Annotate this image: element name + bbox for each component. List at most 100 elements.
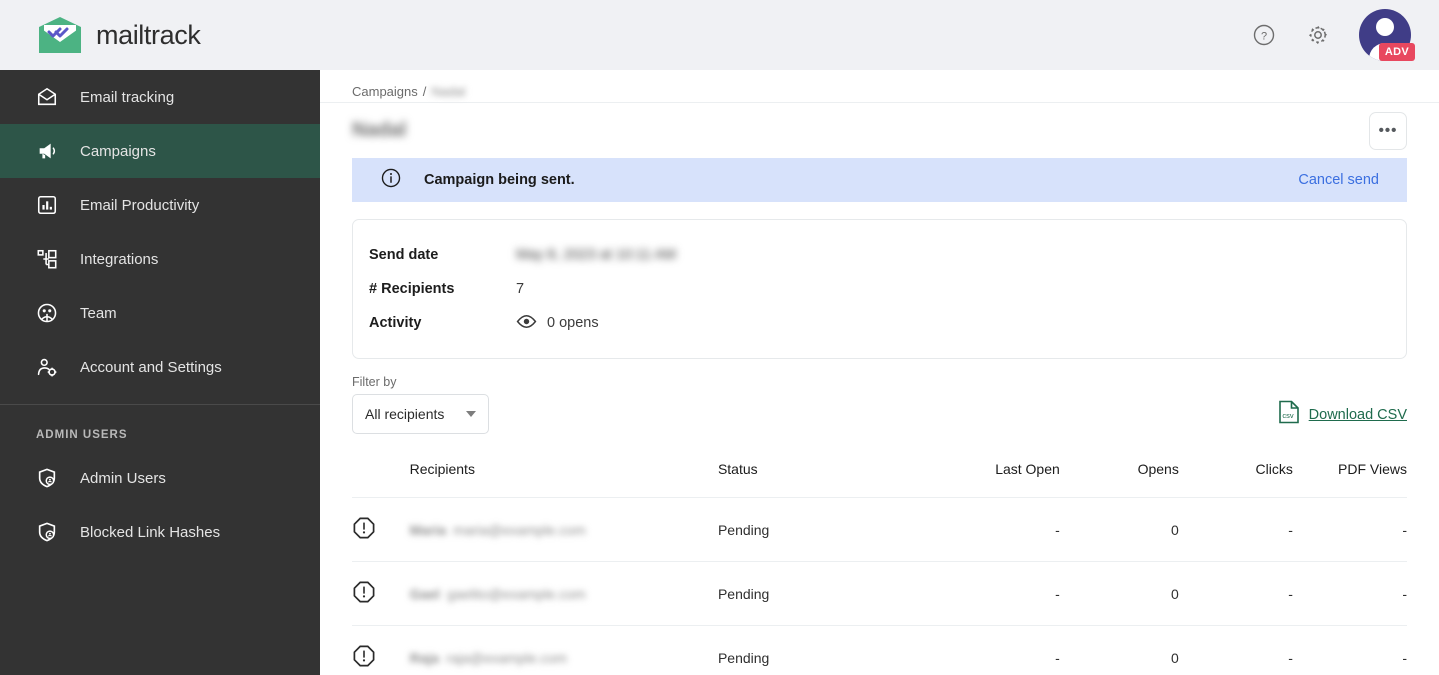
row-clicks-cell: -	[1178, 625, 1293, 675]
campaign-status-banner: Campaign being sent. Cancel send	[352, 158, 1407, 202]
column-header-last-open: Last Open	[995, 461, 1060, 477]
recipient-identity: Gael gaelito@example.com	[410, 586, 718, 602]
header-actions: ? ADV	[1251, 9, 1439, 61]
info-value-activity-wrap: 0 opens	[516, 311, 599, 336]
page-title: Nadal	[352, 119, 407, 141]
row-flag-cell	[352, 625, 410, 675]
sidebar-item-email-productivity[interactable]: Email Productivity	[0, 178, 320, 232]
shield-user-icon	[36, 521, 58, 543]
info-row-send-date: Send date May 8, 2023 at 10:11 AM	[353, 238, 1406, 272]
row-pdf-views-cell: -	[1292, 561, 1407, 626]
table-header-row: Recipients Status Last Open Opens Clicks…	[352, 461, 1407, 498]
brand-logo-area[interactable]: mailtrack	[0, 15, 201, 55]
sidebar-item-blocked-link-hashes[interactable]: Blocked Link Hashes	[0, 505, 320, 559]
shield-user-icon	[36, 467, 58, 489]
row-clicks-cell: -	[1178, 561, 1293, 626]
sidebar-item-label: Blocked Link Hashes	[80, 523, 221, 541]
column-header-status: Status	[717, 461, 758, 477]
breadcrumb-campaigns-link[interactable]: Campaigns	[352, 84, 418, 99]
recipient-email: gaelito@example.com	[446, 585, 586, 602]
brand-name: mailtrack	[96, 19, 201, 50]
banner-message: Campaign being sent.	[380, 167, 575, 194]
sitemap-icon	[36, 248, 58, 270]
eye-icon	[516, 311, 537, 336]
people-circle-icon	[36, 302, 58, 324]
status-badge: ADV	[1378, 43, 1415, 61]
avatar-head	[1376, 18, 1394, 36]
info-row-recipients: # Recipients 7	[353, 272, 1406, 306]
sidebar-item-admin-users[interactable]: Admin Users	[0, 451, 320, 505]
row-opens-cell: 0	[1059, 625, 1179, 675]
sidebar-item-integrations[interactable]: Integrations	[0, 232, 320, 286]
user-gear-icon	[36, 356, 58, 378]
sidebar-item-label: Admin Users	[80, 469, 166, 487]
sidebar: Email tracking Campaigns Email Productiv…	[0, 70, 320, 675]
campaign-summary-card: Send date May 8, 2023 at 10:11 AM # Reci…	[352, 219, 1407, 359]
envelope-open-icon	[36, 86, 58, 108]
row-pdf-views-cell: -	[1292, 625, 1407, 675]
row-flag-cell	[352, 561, 410, 626]
breadcrumb-current: Nadal	[431, 83, 466, 99]
svg-text:csv: csv	[1282, 411, 1294, 420]
table-row[interactable]: Raja raja@example.com Pending - 0 - -	[352, 625, 1407, 675]
recipient-name: Raja	[409, 649, 440, 666]
sidebar-section-title: ADMIN USERS	[36, 429, 128, 441]
table-row[interactable]: Gael gaelito@example.com Pending - 0 - -	[352, 561, 1407, 626]
alert-octagon-icon	[352, 645, 376, 671]
column-header-clicks: Clicks	[1255, 461, 1293, 477]
sidebar-item-label: Integrations	[80, 250, 159, 268]
filter-group: Filter by All recipients	[352, 375, 489, 434]
recipient-email: raja@example.com	[446, 649, 567, 666]
column-header-opens: Opens	[1137, 461, 1179, 477]
recipients-filter-select[interactable]: All recipients	[352, 394, 489, 434]
alert-octagon-icon	[352, 581, 376, 607]
row-flag-cell	[352, 497, 410, 562]
sidebar-item-label: Account and Settings	[80, 358, 222, 376]
table-row[interactable]: Maria maria@example.com Pending - 0 - -	[352, 497, 1407, 562]
sidebar-item-label: Campaigns	[80, 142, 156, 160]
row-recipient-cell: Gael gaelito@example.com	[409, 561, 718, 626]
megaphone-icon	[36, 140, 58, 162]
breadcrumb-separator: /	[422, 83, 427, 99]
row-status-cell: Pending	[717, 625, 917, 675]
sidebar-item-email-tracking[interactable]: Email tracking	[0, 70, 320, 124]
row-recipient-cell: Maria maria@example.com	[409, 497, 718, 562]
download-csv-label: Download CSV	[1308, 406, 1407, 423]
app-root: mailtrack ? ADV Email tracking Campaigns…	[0, 0, 1439, 675]
help-circle-icon[interactable]: ?	[1251, 22, 1277, 48]
banner-text: Campaign being sent.	[424, 172, 575, 188]
avatar[interactable]: ADV	[1359, 9, 1415, 61]
more-options-button[interactable]: •••	[1369, 111, 1407, 150]
info-label: Send date	[369, 247, 439, 263]
gear-icon[interactable]	[1305, 22, 1331, 48]
row-last-open-cell: -	[916, 561, 1060, 626]
sidebar-item-team[interactable]: Team	[0, 286, 320, 340]
cancel-send-link[interactable]: Cancel send	[1298, 172, 1379, 188]
recipients-table: Recipients Status Last Open Opens Clicks…	[352, 461, 1407, 675]
sidebar-item-label: Email tracking	[80, 88, 175, 106]
download-csv-button[interactable]: csv Download CSV	[1278, 400, 1407, 434]
filter-label: Filter by	[352, 375, 397, 389]
info-label: Activity	[369, 315, 422, 331]
recipient-email: maria@example.com	[453, 521, 586, 538]
sidebar-item-account-and-settings[interactable]: Account and Settings	[0, 340, 320, 394]
row-pdf-views-cell: -	[1292, 497, 1407, 562]
bar-chart-icon	[36, 194, 58, 216]
page-title-row: Nadal •••	[320, 102, 1439, 158]
sidebar-item-label: Team	[80, 304, 117, 322]
mailtrack-logo-icon	[36, 15, 84, 55]
table-header: Recipients Status Last Open Opens Clicks…	[352, 461, 1407, 498]
row-last-open-cell: -	[916, 625, 1060, 675]
csv-file-icon: csv	[1278, 400, 1300, 429]
sidebar-item-campaigns[interactable]: Campaigns	[0, 124, 320, 178]
column-header-flag	[352, 461, 410, 498]
recipient-name: Maria	[409, 521, 447, 538]
row-status-cell: Pending	[717, 497, 917, 562]
column-header-pdf-views: PDF Views	[1338, 461, 1407, 477]
recipient-identity: Maria maria@example.com	[410, 522, 718, 538]
row-opens-cell: 0	[1059, 561, 1179, 626]
main-content: Campaigns / Nadal Nadal ••• Campaign bei…	[320, 70, 1439, 675]
top-header-bar: mailtrack ? ADV	[0, 0, 1439, 70]
chevron-down-icon	[466, 411, 476, 417]
breadcrumb: Campaigns / Nadal	[320, 70, 1439, 102]
